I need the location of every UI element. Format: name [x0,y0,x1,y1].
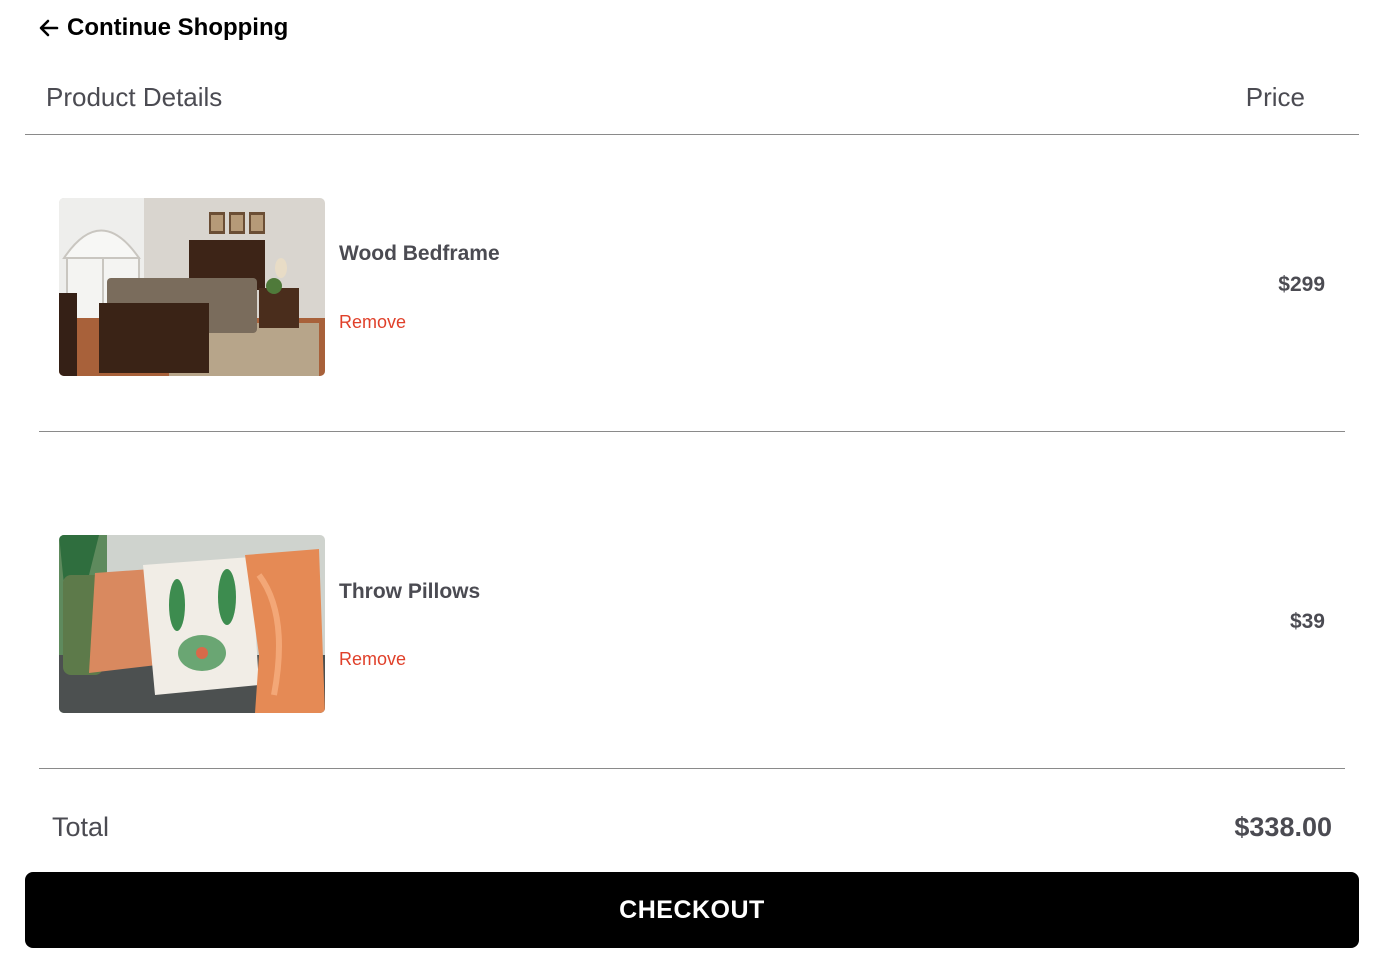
product-image-pillows [59,535,325,713]
product-image-bedframe [59,198,325,376]
continue-shopping-link[interactable]: Continue Shopping [38,14,288,42]
cart-item-wood-bedframe: Wood Bedframe Remove $299 [39,135,1345,432]
product-name: Wood Bedframe [339,242,500,265]
continue-shopping-label: Continue Shopping [67,14,289,41]
cart-page: Continue Shopping Product Details Price [0,0,1384,962]
product-name: Throw Pillows [339,580,481,603]
product-details-heading: Product Details [46,82,223,112]
total-value: $338.00 [1234,812,1332,842]
remove-button[interactable]: Remove [339,312,406,333]
cart-table-header: Product Details Price [25,70,1359,135]
product-price: $299 [1278,273,1325,296]
price-heading: Price [1245,82,1305,112]
remove-button[interactable]: Remove [339,649,406,670]
total-label: Total [52,812,110,842]
checkout-button[interactable]: CHECKOUT [25,872,1359,948]
cart-item-throw-pillows: Throw Pillows Remove $39 [39,472,1345,769]
arrow-left-icon [38,17,60,39]
product-price: $39 [1289,610,1325,633]
